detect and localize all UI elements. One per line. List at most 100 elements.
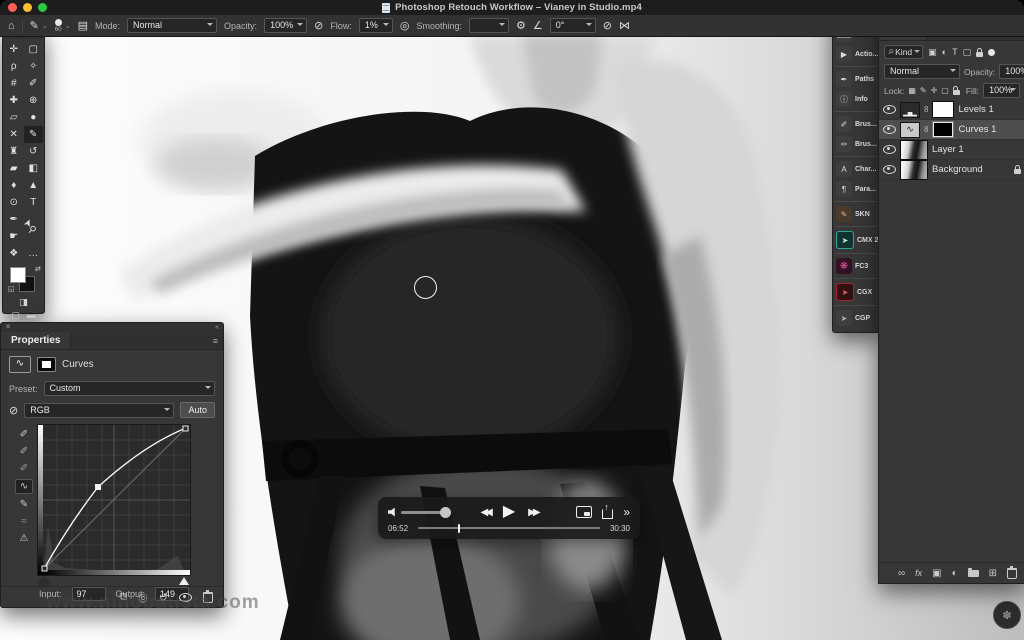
- layer-row-layer-1[interactable]: Layer 1: [879, 140, 1024, 160]
- rewind-button[interactable]: ◀◀: [480, 507, 489, 518]
- visibility-eye-icon[interactable]: [883, 145, 896, 154]
- add-mask-icon[interactable]: ▣: [932, 568, 941, 579]
- screen-mode-icon[interactable]: ▢: [11, 310, 20, 321]
- visibility-eye-icon[interactable]: [883, 165, 896, 174]
- patch-tool[interactable]: ▱: [4, 109, 24, 126]
- custom-tool[interactable]: ❖: [4, 245, 24, 262]
- pencil-curve-icon[interactable]: ✎: [16, 498, 32, 511]
- foreground-color-swatch[interactable]: [10, 267, 26, 283]
- curve-point-tool-icon[interactable]: ∿: [15, 479, 33, 494]
- blur-tool[interactable]: ♦: [4, 177, 24, 194]
- layer-thumbnail[interactable]: [900, 140, 928, 160]
- fill-select[interactable]: 100%: [983, 83, 1020, 98]
- zoom-window-button[interactable]: [38, 3, 47, 12]
- clipping-warning-icon[interactable]: ⚠: [16, 532, 32, 545]
- eraser-tool[interactable]: ▰: [4, 160, 24, 177]
- filter-adjustment-icon[interactable]: ◐: [942, 47, 947, 57]
- panel-button-brushes[interactable]: ✑Brus...: [833, 134, 879, 154]
- seek-bar[interactable]: [418, 527, 600, 530]
- filter-shape-icon[interactable]: ▢: [963, 47, 972, 58]
- layer-effects-icon[interactable]: fx: [915, 568, 922, 578]
- preset-select[interactable]: Custom: [44, 381, 215, 396]
- layer-blend-mode-select[interactable]: Normal: [884, 64, 960, 79]
- panel-button-paths[interactable]: ✒Paths: [833, 69, 879, 89]
- paint-symmetry-icon[interactable]: ⋈: [619, 19, 630, 32]
- panel-button-brush-settings[interactable]: ✐Brus...: [833, 114, 879, 134]
- volume-icon[interactable]: [388, 508, 397, 517]
- volume-slider[interactable]: [401, 511, 451, 514]
- swap-colors-icon[interactable]: ⇄: [35, 265, 41, 273]
- screen-mode-alt-icon[interactable]: ▬: [27, 310, 36, 321]
- size-pressure-icon[interactable]: ⊘: [603, 19, 612, 32]
- white-point-eyedropper-icon[interactable]: ✐: [16, 462, 32, 475]
- smoothing-gear-icon[interactable]: ⚙: [516, 19, 526, 32]
- layer-mask-thumbnail[interactable]: [932, 101, 954, 118]
- marquee-tool[interactable]: ▢: [24, 41, 44, 58]
- mixer-brush-tool[interactable]: ●: [24, 109, 44, 126]
- hand-tool[interactable]: ☛: [4, 228, 24, 245]
- smooth-curve-icon[interactable]: ≈: [16, 515, 32, 528]
- targeted-adjustment-icon[interactable]: ⊘: [9, 404, 18, 417]
- panel-button-skn[interactable]: ✎SKN: [833, 204, 879, 224]
- pen-tool[interactable]: ✒: [4, 211, 24, 228]
- more-options-icon[interactable]: »: [623, 505, 630, 519]
- panel-button-actions[interactable]: ▶Actio...: [833, 44, 879, 64]
- delete-layer-icon[interactable]: [1007, 568, 1017, 579]
- gradient-tool[interactable]: ◧: [24, 160, 44, 177]
- lock-all-icon[interactable]: [953, 90, 960, 95]
- fast-forward-button[interactable]: ▶▶: [528, 507, 537, 518]
- healing-brush-tool[interactable]: ⊕: [24, 92, 44, 109]
- blend-mode-select[interactable]: Normal: [127, 18, 217, 33]
- panel-button-cmx2[interactable]: ➤CMX 2: [833, 229, 879, 251]
- layer-row-curves-1-selected[interactable]: ∿ 8 Curves 1: [879, 120, 1024, 140]
- filter-pixel-icon[interactable]: ▣: [928, 47, 937, 58]
- quick-mask-icon[interactable]: ◨: [19, 297, 28, 308]
- black-point-eyedropper-icon[interactable]: ✐: [16, 428, 32, 441]
- default-colors-icon[interactable]: ◱: [8, 285, 15, 293]
- picture-in-picture-icon[interactable]: [576, 506, 592, 518]
- volume-knob[interactable]: [440, 507, 451, 518]
- brush-angle-field[interactable]: 0°: [550, 18, 596, 33]
- new-adjustment-icon[interactable]: ◐: [952, 568, 958, 579]
- spot-healing-tool[interactable]: ✚: [4, 92, 24, 109]
- minimize-window-button[interactable]: [23, 3, 32, 12]
- tab-properties[interactable]: Properties: [1, 332, 71, 349]
- tool-preset-icon[interactable]: ✎: [30, 19, 39, 32]
- crop-tool[interactable]: #: [4, 75, 24, 92]
- panel-button-paragraph[interactable]: ¶Para...: [833, 179, 879, 199]
- panel-menu-icon[interactable]: ≡: [213, 336, 223, 346]
- panel-button-cgx[interactable]: ➤CGX: [833, 281, 879, 303]
- move-tool[interactable]: ✛: [4, 41, 24, 58]
- black-point-slider[interactable]: [39, 577, 49, 585]
- panel-button-fc3[interactable]: ❋FC3: [833, 256, 879, 276]
- eyedropper-tool[interactable]: ✐: [24, 75, 44, 92]
- layer-thumbnail[interactable]: [900, 160, 928, 180]
- layer-mask-thumbnail-selected[interactable]: [932, 121, 954, 138]
- sharpen-tool[interactable]: ▲: [24, 177, 44, 194]
- filter-kind-select[interactable]: ⚲ Kind: [884, 45, 923, 59]
- panel-button-info[interactable]: ⓘInfo: [833, 89, 879, 109]
- smoothing-select[interactable]: [469, 18, 509, 33]
- gray-point-eyedropper-icon[interactable]: ✐: [16, 445, 32, 458]
- dodge-tool[interactable]: ⊙: [4, 194, 24, 211]
- link-layers-icon[interactable]: ∞: [898, 568, 905, 579]
- play-button[interactable]: ▶: [503, 504, 515, 520]
- new-group-icon[interactable]: [968, 570, 979, 577]
- brush-preset-picker[interactable]: 60: [55, 19, 62, 33]
- channel-select[interactable]: RGB: [24, 403, 174, 418]
- collapse-icon[interactable]: «: [215, 324, 219, 331]
- visibility-eye-icon[interactable]: [883, 105, 896, 114]
- layer-opacity-select[interactable]: 100%: [999, 64, 1024, 79]
- home-icon[interactable]: ⌂: [8, 20, 15, 32]
- airbrush-icon[interactable]: ◎: [400, 19, 410, 32]
- opacity-select[interactable]: 100%: [264, 18, 307, 33]
- panel-button-cgp[interactable]: ➤CGP: [833, 308, 879, 328]
- filter-toggle-icon[interactable]: [988, 49, 995, 56]
- brush-panel-toggle-icon[interactable]: ▤: [78, 19, 88, 32]
- share-icon[interactable]: [602, 509, 613, 519]
- object-selection-tool[interactable]: ✧: [24, 58, 44, 75]
- playhead[interactable]: [458, 524, 460, 533]
- lock-transparency-icon[interactable]: ▦: [908, 86, 916, 95]
- brush-tool-selected[interactable]: ✎: [24, 126, 44, 143]
- lock-position-icon[interactable]: ✛: [931, 86, 938, 95]
